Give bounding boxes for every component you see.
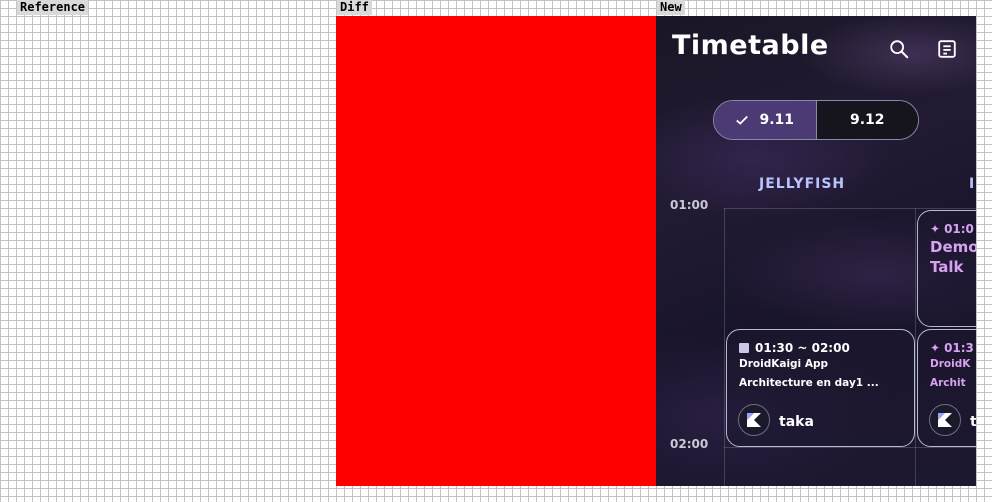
session-title-line2: Archit bbox=[930, 377, 966, 389]
session-card-demo-talk[interactable]: ✦ 01:0 Demo Talk bbox=[917, 210, 976, 327]
grid-column-line-2 bbox=[915, 208, 916, 486]
session-time: ✦ 01:3 bbox=[930, 341, 974, 355]
page-title: Timetable bbox=[672, 30, 829, 61]
tab-day-2-label: 9.12 bbox=[849, 112, 885, 128]
room-header-jellyfish: JELLYFISH bbox=[759, 176, 846, 192]
avatar bbox=[929, 404, 961, 436]
session-card[interactable]: 01:30 ~ 02:00 DroidKaigi App Architectur… bbox=[726, 329, 915, 447]
avatar bbox=[738, 404, 770, 436]
reference-panel-label: Reference bbox=[17, 0, 89, 15]
kotlin-logo-icon bbox=[747, 413, 761, 427]
diff-panel-label: Diff bbox=[337, 0, 372, 15]
grid-line-0100 bbox=[724, 208, 976, 209]
time-label-0200: 02:00 bbox=[670, 437, 709, 451]
session-title: Demo Talk bbox=[930, 238, 976, 276]
clock-icon bbox=[739, 343, 749, 353]
grid-column-line-1 bbox=[724, 208, 725, 486]
session-card-cutoff[interactable]: ✦01:3 DroidK Archit t bbox=[917, 329, 976, 447]
reference-panel bbox=[16, 16, 336, 486]
session-time: 01:30 ~ 02:00 bbox=[739, 341, 850, 355]
new-panel: Timetable 9.11 9.12 JELLYFISH I 01:00 02… bbox=[656, 16, 976, 486]
tab-day-2[interactable]: 9.12 bbox=[815, 101, 918, 139]
search-icon[interactable] bbox=[888, 38, 910, 60]
speaker-name: t bbox=[970, 414, 976, 430]
grid-line-0200 bbox=[724, 447, 976, 448]
tab-day-1-label: 9.11 bbox=[759, 112, 795, 128]
sparkle-icon: ✦ bbox=[930, 222, 941, 236]
diff-panel bbox=[336, 16, 656, 486]
session-title-line1: DroidK bbox=[930, 358, 971, 370]
speaker-name: taka bbox=[779, 414, 814, 430]
check-icon bbox=[736, 115, 749, 125]
sparkle-icon: ✦ bbox=[930, 341, 941, 355]
time-label-0100: 01:00 bbox=[670, 198, 709, 212]
bookmark-list-icon[interactable] bbox=[936, 38, 958, 60]
room-header-next: I bbox=[969, 176, 976, 192]
day-switch: 9.11 9.12 bbox=[713, 100, 919, 140]
session-time: ✦ 01:0 bbox=[930, 222, 974, 236]
tab-day-1[interactable]: 9.11 bbox=[714, 101, 816, 139]
session-title-line2: Architecture en day1 ... bbox=[739, 377, 879, 389]
new-panel-label: New bbox=[657, 0, 685, 15]
session-title-line1: DroidKaigi App bbox=[739, 358, 828, 370]
kotlin-logo-icon bbox=[938, 413, 952, 427]
